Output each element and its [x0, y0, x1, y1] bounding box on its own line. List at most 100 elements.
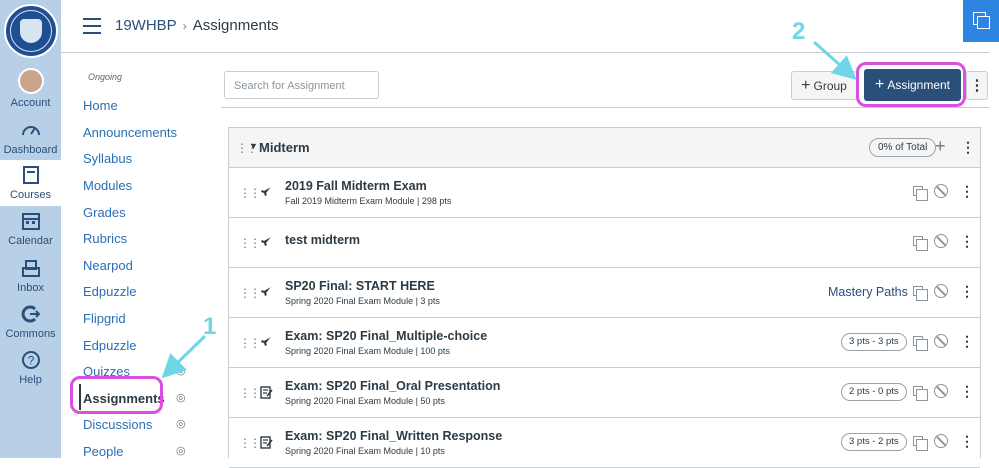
- course-nav-label: Discussions: [83, 417, 153, 432]
- course-nav-modules[interactable]: Modules: [83, 178, 132, 193]
- course-nav-flipgrid[interactable]: Flipgrid: [83, 311, 126, 326]
- unpublished-icon[interactable]: [934, 434, 948, 448]
- drag-handle-icon[interactable]: ⋮⋮: [239, 286, 261, 300]
- row-kebab-icon[interactable]: ⋮: [960, 433, 974, 450]
- add-to-group-plus-icon[interactable]: +: [935, 136, 946, 157]
- course-tray-button[interactable]: [963, 0, 999, 42]
- assignment-title[interactable]: SP20 Final: START HERE: [285, 279, 435, 293]
- assignment-icon: [260, 436, 273, 449]
- course-nav-nearpod[interactable]: Nearpod: [83, 258, 133, 273]
- assignment-title[interactable]: 2019 Fall Midterm Exam: [285, 179, 427, 193]
- global-nav-label: Calendar: [8, 235, 53, 247]
- assignment-row[interactable]: ⋮⋮ Exam: SP20 Final_Oral Presentation Sp…: [229, 368, 980, 418]
- course-nav-discussions[interactable]: Discussions ◎: [83, 417, 193, 432]
- hidden-eye-icon: ◎: [176, 365, 186, 377]
- group-kebab-icon[interactable]: ⋮: [961, 139, 975, 156]
- dashboard-icon: [0, 120, 61, 142]
- drag-handle-icon[interactable]: ⋮⋮: [239, 236, 261, 250]
- course-nav-announcements[interactable]: Announcements: [83, 125, 177, 140]
- hidden-eye-icon: ◎: [176, 392, 186, 404]
- row-kebab-icon[interactable]: ⋮: [960, 183, 974, 200]
- assignment-meta: Spring 2020 Final Exam Module | 100 pts: [285, 346, 450, 356]
- assignment-meta: Fall 2019 Midterm Exam Module | 298 pts: [285, 196, 452, 206]
- assignment-title[interactable]: test midterm: [285, 233, 360, 247]
- global-nav-account[interactable]: Account: [0, 68, 61, 109]
- plus-icon: +: [801, 76, 811, 94]
- global-nav: Account Dashboard Courses Calendar Inbox…: [0, 0, 61, 458]
- duplicate-icon[interactable]: [913, 386, 928, 401]
- global-nav-help[interactable]: ? Help: [0, 350, 61, 386]
- course-nav-edpuzzle[interactable]: Edpuzzle: [83, 284, 136, 299]
- add-group-button[interactable]: + Group: [791, 71, 857, 100]
- assignment-group-header[interactable]: ⋮⋮ ▼ Midterm 0% of Total + ⋮: [229, 128, 980, 168]
- drag-handle-icon[interactable]: ⋮⋮: [239, 436, 261, 450]
- global-nav-inbox[interactable]: Inbox: [0, 258, 61, 294]
- commons-icon: [0, 304, 61, 326]
- search-input[interactable]: Search for Assignment: [224, 71, 379, 99]
- breadcrumb-course-link[interactable]: 19WHBP: [115, 17, 177, 34]
- top-bar: 19WHBP › Assignments: [61, 0, 999, 52]
- assignment-group-name: Midterm: [259, 140, 310, 155]
- assignment-group: ⋮⋮ ▼ Midterm 0% of Total + ⋮ ⋮⋮ 2019 Fal…: [228, 127, 981, 468]
- annotation-step-2: 2: [792, 18, 806, 45]
- course-nav-people[interactable]: People ◎: [83, 444, 193, 459]
- unpublished-icon[interactable]: [934, 334, 948, 348]
- settings-kebab-icon[interactable]: ⋮: [966, 71, 988, 100]
- duplicate-icon[interactable]: [913, 186, 928, 201]
- school-logo[interactable]: [4, 4, 58, 58]
- row-kebab-icon[interactable]: ⋮: [960, 333, 974, 350]
- course-nav-edpuzzle-2[interactable]: Edpuzzle: [83, 338, 136, 353]
- row-kebab-icon[interactable]: ⋮: [960, 283, 974, 300]
- mastery-paths-link[interactable]: Mastery Paths: [828, 285, 908, 299]
- global-nav-label: Commons: [5, 328, 56, 340]
- course-nav-home[interactable]: Home: [83, 98, 118, 113]
- assignment-row[interactable]: ⋮⋮ SP20 Final: START HERE Spring 2020 Fi…: [229, 268, 980, 318]
- row-kebab-icon[interactable]: ⋮: [960, 383, 974, 400]
- inbox-icon: [0, 258, 61, 280]
- caret-down-icon[interactable]: ▼: [249, 141, 258, 151]
- global-nav-dashboard[interactable]: Dashboard: [0, 120, 61, 156]
- assignment-title[interactable]: Exam: SP20 Final_Multiple-choice: [285, 329, 487, 343]
- global-nav-label: Help: [19, 374, 42, 386]
- course-nav-syllabus[interactable]: Syllabus: [83, 151, 132, 166]
- group-weight-badge: 0% of Total: [869, 138, 937, 157]
- duplicate-icon[interactable]: [913, 336, 928, 351]
- assignment-title[interactable]: Exam: SP20 Final_Written Response: [285, 429, 502, 443]
- hidden-eye-icon: ◎: [176, 445, 186, 457]
- quiz-rocket-icon: [261, 187, 271, 196]
- duplicate-icon[interactable]: [913, 436, 928, 451]
- assignment-row[interactable]: ⋮⋮ 2019 Fall Midterm Exam Fall 2019 Midt…: [229, 168, 980, 218]
- svg-text:?: ?: [27, 354, 34, 368]
- mastery-range-badge: 3 pts - 3 pts: [841, 333, 907, 351]
- mastery-range-badge: 3 pts - 2 pts: [841, 433, 907, 451]
- drag-handle-icon[interactable]: ⋮⋮: [239, 186, 261, 200]
- assignment-row[interactable]: ⋮⋮ test midterm ⋮: [229, 218, 980, 268]
- unpublished-icon[interactable]: [934, 284, 948, 298]
- annotation-highlight-assignment-button: [856, 62, 966, 107]
- drag-handle-icon[interactable]: ⋮⋮: [239, 386, 261, 400]
- unpublished-icon[interactable]: [934, 234, 948, 248]
- hidden-eye-icon: ◎: [176, 418, 186, 430]
- course-nav-rubrics[interactable]: Rubrics: [83, 231, 127, 246]
- global-nav-commons[interactable]: Commons: [0, 304, 61, 340]
- calendar-icon: [0, 211, 61, 233]
- unpublished-icon[interactable]: [934, 384, 948, 398]
- assignment-row[interactable]: ⋮⋮ Exam: SP20 Final_Written Response Spr…: [229, 418, 980, 468]
- duplicate-icon[interactable]: [913, 286, 928, 301]
- global-nav-calendar[interactable]: Calendar: [0, 211, 61, 247]
- breadcrumb-separator: ›: [182, 19, 187, 33]
- row-kebab-icon[interactable]: ⋮: [960, 233, 974, 250]
- unpublished-icon[interactable]: [934, 184, 948, 198]
- assignment-title[interactable]: Exam: SP20 Final_Oral Presentation: [285, 379, 500, 393]
- mastery-range-badge: 2 pts - 0 pts: [841, 383, 907, 401]
- duplicate-icon[interactable]: [913, 236, 928, 251]
- course-nav-grades[interactable]: Grades: [83, 205, 126, 220]
- drag-handle-icon[interactable]: ⋮⋮: [239, 336, 261, 350]
- annotation-highlight-assignments: [70, 376, 163, 414]
- help-icon: ?: [0, 350, 61, 372]
- global-nav-label: Courses: [10, 189, 51, 201]
- hamburger-menu-icon[interactable]: [83, 18, 101, 39]
- quiz-rocket-icon: [261, 287, 271, 296]
- assignment-row[interactable]: ⋮⋮ Exam: SP20 Final_Multiple-choice Spri…: [229, 318, 980, 368]
- global-nav-courses[interactable]: Courses: [0, 160, 61, 206]
